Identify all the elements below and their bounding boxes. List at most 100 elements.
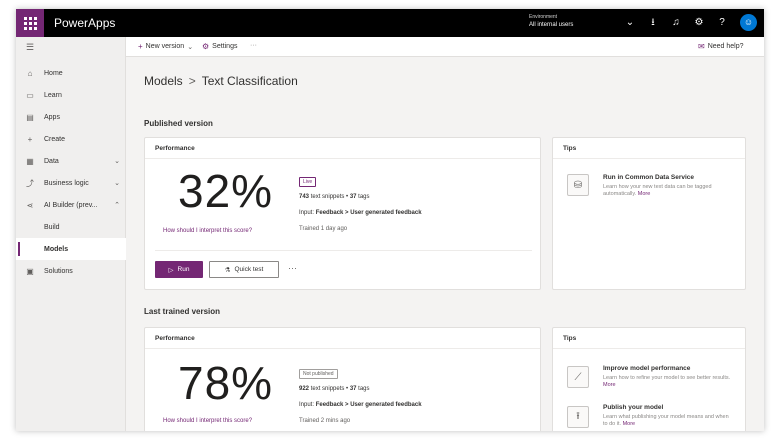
gear-icon: ⚙: [202, 42, 210, 51]
run-button[interactable]: ▷ Run: [155, 261, 203, 278]
divider: [145, 348, 540, 349]
sidebar-item-solutions[interactable]: ▣ Solutions: [16, 260, 126, 282]
tags-count: 37: [349, 194, 357, 200]
sidebar-item-learn[interactable]: ▭ Learn: [16, 84, 126, 106]
more-options-button[interactable]: ···: [288, 263, 297, 273]
solutions-icon: ▣: [26, 266, 34, 276]
status-badge: Live: [299, 177, 317, 187]
gear-icon[interactable]: ⚙: [692, 16, 706, 30]
sidebar: ☰ ⌂ Home ▭ Learn ▤ Apps + Create ▦ Data …: [16, 37, 126, 431]
sidebar-item-label: Data: [44, 157, 59, 165]
ai-icon: ⋖: [26, 200, 34, 210]
tags-text: tags: [358, 386, 370, 392]
trained-time: Trained 2 mins ago: [299, 418, 351, 424]
download-icon[interactable]: ⭳: [646, 16, 660, 30]
breadcrumb-current: Text Classification: [201, 74, 298, 88]
divider: [145, 158, 540, 159]
waffle-icon: [23, 16, 37, 30]
snippet-stats: 922 text snippets • 37 tags: [299, 386, 370, 392]
need-help-button[interactable]: ✉ Need help?: [698, 42, 744, 51]
flow-icon: ⤴: [26, 178, 34, 188]
sidebar-item-ai-builder[interactable]: ⋖ AI Builder (prev... ⌃: [16, 194, 126, 216]
breadcrumb-models-link[interactable]: Models: [144, 74, 183, 88]
sidebar-item-label: Business logic: [44, 179, 89, 187]
app-window: PowerApps Environment All internal users…: [16, 9, 764, 431]
environment-picker[interactable]: Environment All internal users: [529, 14, 573, 28]
settings-button[interactable]: ⚙ Settings: [202, 42, 237, 51]
input-value: Feedback > User generated feedback: [315, 210, 422, 216]
tip-description: Learn what publishing your model means a…: [603, 414, 729, 427]
tip-description: Learn how to refine your model to see be…: [603, 375, 731, 388]
score-value: 78%: [178, 357, 274, 409]
bell-icon[interactable]: ♫: [669, 16, 683, 30]
tip-title: Run in Common Data Service: [603, 174, 695, 181]
tip-more-link[interactable]: More: [638, 191, 651, 197]
apps-icon: ▤: [26, 112, 34, 122]
chevron-down-icon: ⌄: [114, 180, 120, 187]
input-label: Input:: [299, 210, 315, 216]
tips-card: Tips ⛁ Run in Common Data Service Learn …: [552, 137, 746, 290]
tips-card: Tips ⟋ Improve model performance Learn h…: [552, 327, 746, 431]
snippets-count: 922: [299, 386, 310, 392]
chevron-down-icon[interactable]: ⌄: [623, 16, 637, 30]
environment-label: Environment: [529, 14, 558, 20]
sidebar-item-business-logic[interactable]: ⤴ Business logic ⌄: [16, 172, 126, 194]
tip-more-link[interactable]: More: [623, 421, 636, 427]
card-title: Tips: [563, 335, 577, 342]
card-title: Performance: [155, 335, 195, 342]
new-version-label: New version: [145, 43, 185, 50]
sidebar-item-create[interactable]: + Create: [16, 128, 126, 150]
breadcrumb: Models > Text Classification: [144, 74, 298, 88]
flask-icon: ⚗: [224, 266, 231, 274]
tip-title: Improve model performance: [603, 365, 691, 372]
published-performance-card: Performance 32% How should I interpret t…: [144, 137, 541, 290]
more-options-button[interactable]: ···: [250, 42, 257, 49]
tip-more-link[interactable]: More: [603, 382, 616, 388]
home-icon: ⌂: [27, 68, 33, 78]
help-icon[interactable]: ?: [715, 16, 729, 30]
tags-count: 37: [349, 386, 357, 392]
database-icon: ⛁: [567, 174, 589, 196]
play-icon: ▷: [168, 266, 174, 274]
sidebar-item-home[interactable]: ⌂ Home: [16, 62, 126, 84]
snippet-stats: 743 text snippets • 37 tags: [299, 194, 370, 200]
new-version-button[interactable]: + New version ⌄: [138, 42, 193, 51]
published-section-title: Published version: [144, 119, 213, 128]
sidebar-item-build[interactable]: Build: [16, 216, 126, 238]
interpret-score-link[interactable]: How should I interpret this score?: [163, 228, 252, 234]
sidebar-item-models[interactable]: Models: [16, 238, 126, 260]
last-trained-performance-card: Performance 78% How should I interpret t…: [144, 327, 541, 431]
quick-test-button[interactable]: ⚗ Quick test: [209, 261, 279, 278]
app-launcher-button[interactable]: [16, 9, 44, 37]
plus-icon: +: [138, 42, 143, 51]
tags-text: tags: [358, 194, 370, 200]
input-label: Input:: [299, 402, 315, 408]
avatar[interactable]: ☺: [740, 14, 757, 31]
sidebar-item-label: Learn: [44, 91, 62, 99]
command-bar: + New version ⌄ ⚙ Settings ··· ✉ Need he…: [126, 37, 764, 57]
sidebar-item-label: Create: [44, 135, 66, 143]
upload-icon: ⭱: [567, 406, 589, 428]
hamburger-icon[interactable]: ☰: [26, 42, 34, 53]
sidebar-item-apps[interactable]: ▤ Apps: [16, 106, 126, 128]
sidebar-item-label: Home: [44, 69, 63, 77]
breadcrumb-separator: >: [188, 74, 196, 88]
chevron-down-icon: ⌄: [114, 158, 120, 165]
sidebar-item-label: AI Builder (prev...: [44, 201, 98, 209]
score-value: 32%: [178, 165, 274, 217]
trained-time: Trained 1 day ago: [299, 226, 348, 232]
tip-description: Learn how your new text data can be tagg…: [603, 184, 712, 197]
snippets-text: text snippets •: [310, 194, 349, 200]
sidebar-item-data[interactable]: ▦ Data ⌄: [16, 150, 126, 172]
main-content: Models > Text Classification Published v…: [126, 57, 764, 431]
divider: [553, 158, 745, 159]
card-title: Tips: [563, 145, 577, 152]
snippets-text: text snippets •: [310, 386, 349, 392]
chart-icon: ⟋: [567, 366, 589, 388]
chevron-up-icon: ⌃: [114, 202, 120, 209]
interpret-score-link[interactable]: How should I interpret this score?: [163, 418, 252, 424]
database-icon: ▦: [26, 156, 34, 166]
top-bar: PowerApps Environment All internal users…: [16, 9, 764, 37]
divider: [155, 250, 532, 251]
sidebar-item-label: Build: [44, 223, 60, 231]
